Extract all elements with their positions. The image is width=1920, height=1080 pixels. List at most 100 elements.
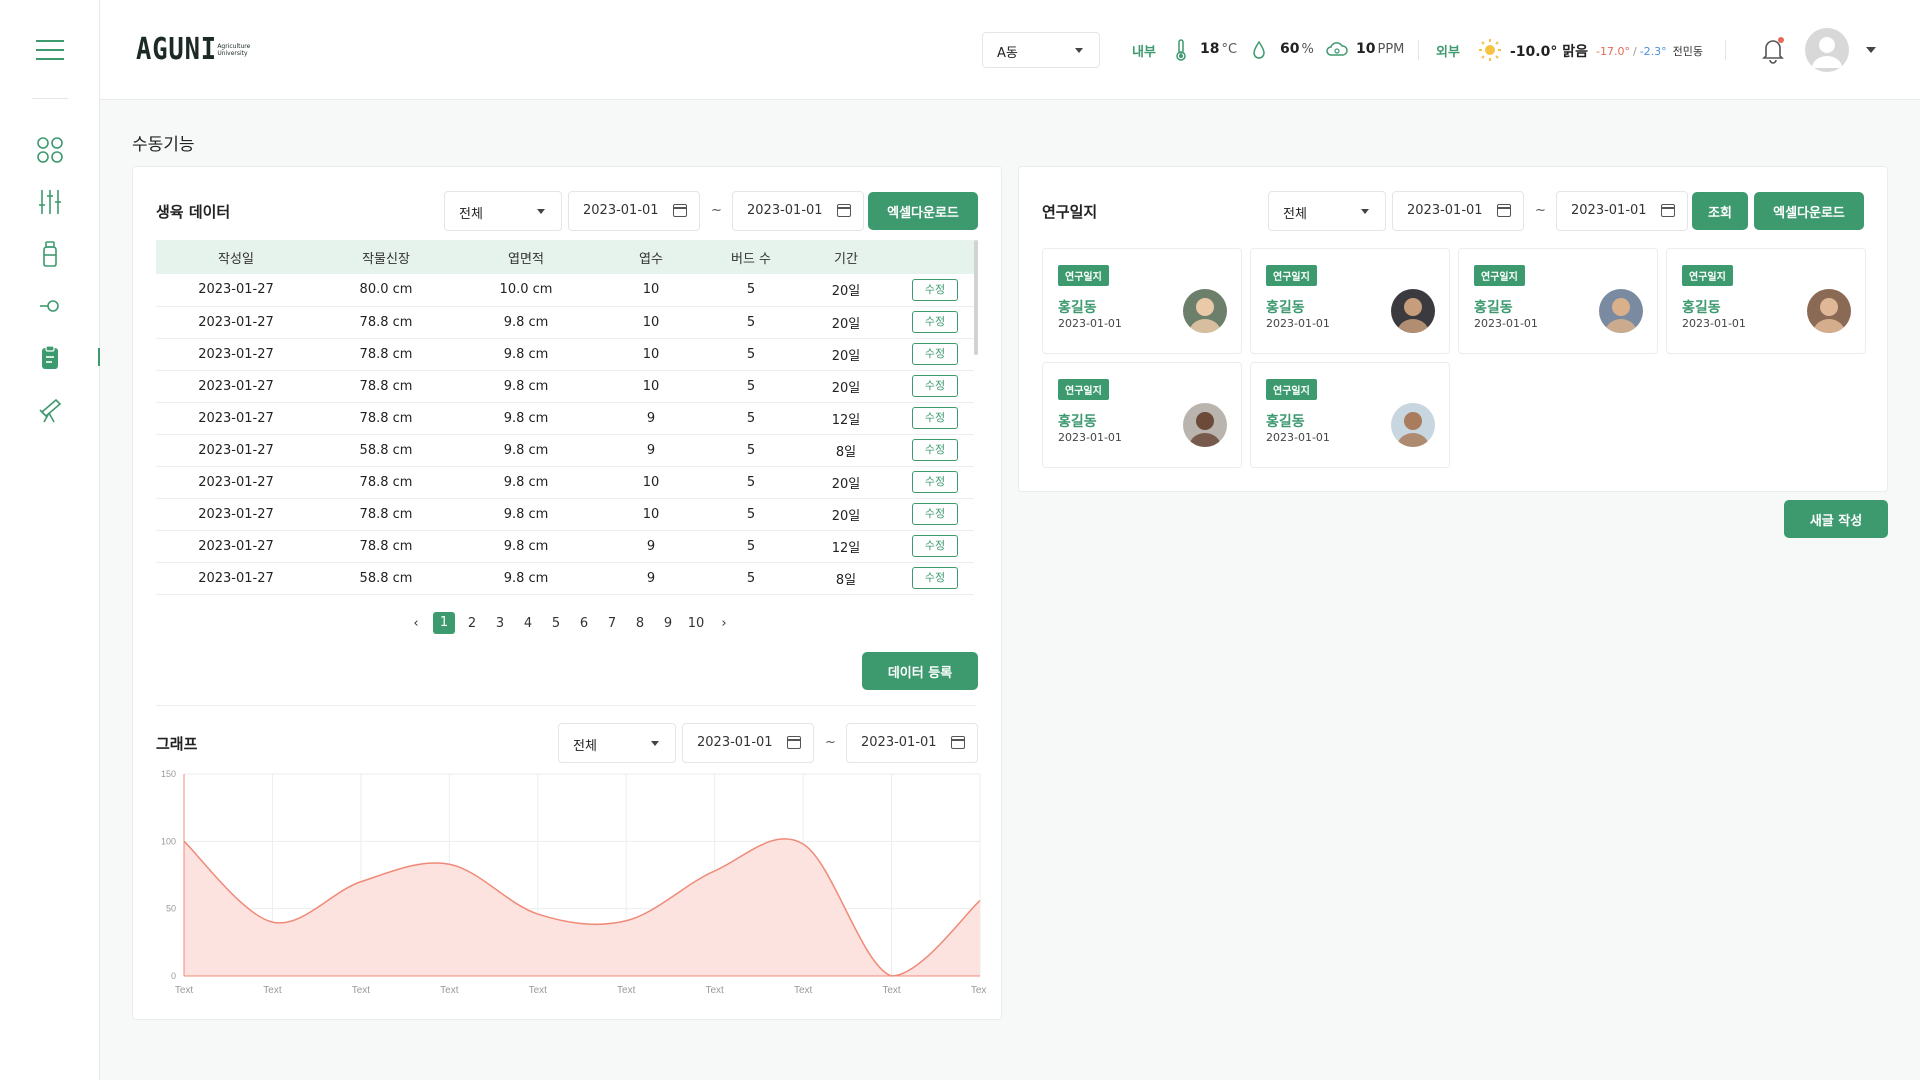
x-tick-label: Text [705, 985, 724, 996]
graph-filter-select[interactable]: 전체 [558, 723, 676, 763]
table-cell: 80.0 cm [316, 274, 456, 307]
edit-button[interactable]: 수정 [912, 375, 958, 397]
table-cell: 78.8 cm [316, 402, 456, 435]
user-menu-chevron-icon[interactable] [1866, 47, 1876, 53]
register-data-button[interactable]: 데이터 등록 [862, 652, 978, 690]
page-number[interactable]: 1 [433, 612, 455, 634]
edit-button[interactable]: 수정 [912, 503, 958, 525]
diary-tag: 연구일지 [1474, 265, 1525, 286]
logo-subtitle: Agriculture University [217, 42, 251, 57]
calendar-icon [1661, 204, 1675, 217]
graph-date-to[interactable]: 2023-01-01 [846, 723, 978, 763]
section-divider [156, 705, 976, 706]
page-number[interactable]: 9 [654, 616, 682, 631]
growth-filter-select[interactable]: 전체 [444, 191, 562, 231]
table-scrollbar[interactable] [974, 240, 978, 355]
diary-entry-card[interactable]: 연구일지 홍길동 2023-01-01 [1458, 248, 1658, 354]
next-page-icon[interactable]: › [710, 616, 738, 631]
diary-excel-button[interactable]: 엑셀다운로드 [1754, 192, 1864, 230]
table-cell: 5 [706, 498, 796, 531]
menu-icon[interactable] [36, 40, 64, 60]
table-cell: 2023-01-27 [156, 338, 316, 371]
growth-excel-button[interactable]: 엑셀다운로드 [868, 192, 978, 230]
table-row: 2023-01-27 78.8 cm 9.8 cm 10 5 20일 수정 [156, 370, 974, 403]
user-avatar[interactable] [1805, 28, 1849, 72]
author-name: 홍길동 [1266, 414, 1305, 430]
diary-filter-select[interactable]: 전체 [1268, 191, 1386, 231]
entry-date: 2023-01-01 [1058, 431, 1122, 444]
table-cell: 9.8 cm [456, 370, 596, 403]
table-cell: 수정 [896, 434, 974, 467]
logo[interactable]: AGUNI Agriculture University [136, 32, 250, 67]
sensor-icon[interactable] [36, 292, 64, 320]
table-cell: 78.8 cm [316, 498, 456, 531]
new-post-button[interactable]: 새글 작성 [1784, 500, 1888, 538]
entry-date: 2023-01-01 [1682, 317, 1746, 330]
bell-icon[interactable] [1760, 36, 1786, 64]
telescope-icon[interactable] [36, 396, 64, 424]
entry-date: 2023-01-01 [1266, 317, 1330, 330]
edit-button[interactable]: 수정 [912, 311, 958, 333]
table-cell: 20일 [796, 466, 896, 499]
table-cell: 9.8 cm [456, 466, 596, 499]
edit-button[interactable]: 수정 [912, 535, 958, 557]
page-number[interactable]: 7 [598, 616, 626, 631]
table-cell: 9.8 cm [456, 306, 596, 339]
table-cell: 5 [706, 338, 796, 371]
cloud-icon [1326, 42, 1348, 56]
table-row: 2023-01-27 78.8 cm 9.8 cm 10 5 20일 수정 [156, 338, 974, 371]
page-number[interactable]: 6 [570, 616, 598, 631]
diary-entry-card[interactable]: 연구일지 홍길동 2023-01-01 [1250, 248, 1450, 354]
growth-date-from[interactable]: 2023-01-01 [568, 191, 700, 231]
diary-search-button[interactable]: 조회 [1692, 192, 1748, 230]
edit-button[interactable]: 수정 [912, 439, 958, 461]
column-header: 엽면적 [456, 240, 596, 274]
table-cell: 5 [706, 562, 796, 595]
edit-button[interactable]: 수정 [912, 471, 958, 493]
diary-entry-card[interactable]: 연구일지 홍길동 2023-01-01 [1250, 362, 1450, 468]
x-tick-label: Text [175, 985, 194, 996]
prev-page-icon[interactable]: ‹ [402, 616, 430, 631]
table-cell: 수정 [896, 402, 974, 435]
table-cell: 2023-01-27 [156, 466, 316, 499]
table-row: 2023-01-27 58.8 cm 9.8 cm 9 5 8일 수정 [156, 434, 974, 467]
page-number[interactable]: 3 [486, 616, 514, 631]
diary-date-to[interactable]: 2023-01-01 [1556, 191, 1688, 231]
page-number[interactable]: 10 [682, 616, 710, 631]
sidebar-active-indicator [98, 348, 100, 366]
header-divider [1418, 40, 1419, 60]
page-number[interactable]: 4 [514, 616, 542, 631]
table-cell: 20일 [796, 370, 896, 403]
table-cell: 5 [706, 402, 796, 435]
page-number[interactable]: 2 [458, 616, 486, 631]
diary-entry-card[interactable]: 연구일지 홍길동 2023-01-01 [1666, 248, 1866, 354]
edit-button[interactable]: 수정 [912, 343, 958, 365]
page-number[interactable]: 8 [626, 616, 654, 631]
edit-button[interactable]: 수정 [912, 278, 958, 301]
table-cell: 20일 [796, 498, 896, 531]
diary-entry-card[interactable]: 연구일지 홍길동 2023-01-01 [1042, 362, 1242, 468]
growth-date-to[interactable]: 2023-01-01 [732, 191, 864, 231]
table-cell: 9.8 cm [456, 562, 596, 595]
author-name: 홍길동 [1058, 414, 1097, 430]
diary-date-from[interactable]: 2023-01-01 [1392, 191, 1524, 231]
bottle-icon[interactable] [36, 240, 64, 268]
diary-filter-value: 전체 [1283, 207, 1307, 222]
clipboard-icon[interactable] [36, 344, 64, 372]
column-header: 엽수 [596, 240, 706, 274]
page-number[interactable]: 5 [542, 616, 570, 631]
sliders-icon[interactable] [36, 188, 64, 216]
table-cell: 20일 [796, 306, 896, 339]
graph-date-from[interactable]: 2023-01-01 [682, 723, 814, 763]
dashboard-icon[interactable] [36, 136, 64, 164]
temperature-reading: 18 °C [1200, 41, 1238, 57]
table-cell: 수정 [896, 370, 974, 403]
author-name: 홍길동 [1474, 300, 1513, 316]
diary-tag: 연구일지 [1266, 379, 1317, 400]
diary-entry-card[interactable]: 연구일지 홍길동 2023-01-01 [1042, 248, 1242, 354]
building-select[interactable]: A동 [982, 32, 1100, 68]
edit-button[interactable]: 수정 [912, 407, 958, 429]
edit-button[interactable]: 수정 [912, 567, 958, 589]
y-tick-label: 50 [166, 904, 176, 914]
table-cell: 2023-01-27 [156, 498, 316, 531]
